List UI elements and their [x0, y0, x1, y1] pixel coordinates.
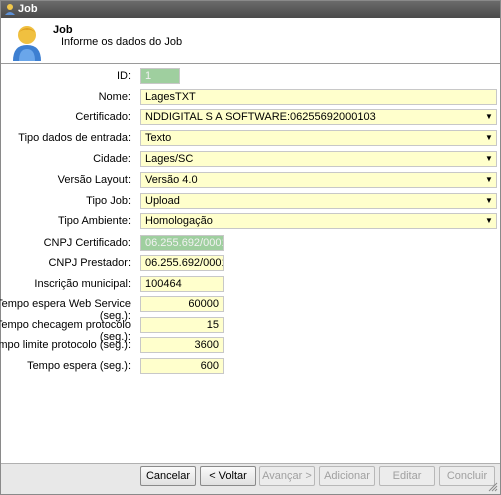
cidade-label: Cidade:: [93, 153, 131, 165]
tipo-entrada-label: Tipo dados de entrada:: [18, 132, 131, 144]
cancelar-button[interactable]: Cancelar: [140, 466, 196, 486]
versao-layout-label: Versão Layout:: [57, 174, 131, 186]
chevron-down-icon[interactable]: ▼: [482, 131, 496, 145]
tipo-ambiente-value: Homologação: [145, 215, 213, 227]
chevron-down-icon[interactable]: ▼: [482, 194, 496, 208]
chevron-down-icon[interactable]: ▼: [482, 110, 496, 124]
tempo-limite-input[interactable]: 3600: [140, 337, 224, 353]
user-icon: [5, 4, 15, 15]
window-title: Job: [18, 3, 38, 15]
chevron-down-icon[interactable]: ▼: [482, 173, 496, 187]
cidade-select[interactable]: Lages/SC ▼: [140, 151, 497, 167]
tipo-ambiente-label: Tipo Ambiente:: [58, 215, 131, 227]
tipo-job-label: Tipo Job:: [86, 195, 131, 207]
certificado-label: Certificado:: [75, 111, 131, 123]
nome-label: Nome:: [98, 91, 131, 103]
resize-grip-icon[interactable]: [488, 482, 498, 492]
tipo-job-value: Upload: [145, 195, 180, 207]
id-label: ID:: [116, 70, 131, 82]
cnpj-prestador-input[interactable]: 06.255.692/0001-03: [140, 255, 224, 271]
nome-input[interactable]: LagesTXT: [140, 89, 497, 105]
chevron-down-icon[interactable]: ▼: [482, 152, 496, 166]
header-subtitle: Informe os dados do Job: [61, 36, 183, 48]
title-bar[interactable]: Job: [1, 1, 500, 18]
cnpj-certificado-field: 06.255.692/0001-03: [140, 235, 224, 251]
user-icon: [13, 26, 41, 61]
editar-button[interactable]: Editar: [379, 466, 435, 486]
job-dialog: Job Job Informe os dados do Job ID: 1 No…: [0, 0, 501, 495]
tempo-espera-input[interactable]: 600: [140, 358, 224, 374]
chevron-down-icon[interactable]: ▼: [482, 214, 496, 228]
tempo-espera-label: Tempo espera (seg.):: [27, 360, 131, 372]
tempo-checagem-input[interactable]: 15: [140, 317, 224, 333]
avancar-button[interactable]: Avançar >: [259, 466, 315, 486]
tipo-entrada-value: Texto: [145, 132, 172, 144]
tipo-entrada-select[interactable]: Texto ▼: [140, 130, 497, 146]
wizard-header: Job Informe os dados do Job: [1, 18, 500, 64]
cnpj-prestador-label: CNPJ Prestador:: [48, 257, 131, 269]
voltar-button[interactable]: < Voltar: [200, 466, 256, 486]
tipo-ambiente-select[interactable]: Homologação ▼: [140, 213, 497, 229]
certificado-value: NDDIGITAL S A SOFTWARE:06255692000103: [145, 111, 376, 123]
versao-layout-value: Versão 4.0: [145, 174, 198, 186]
cnpj-certificado-label: CNPJ Certificado:: [43, 237, 131, 249]
job-form: ID: 1 Nome: LagesTXT Certificado: NDDIGI…: [0, 65, 500, 463]
versao-layout-select[interactable]: Versão 4.0 ▼: [140, 172, 497, 188]
tempo-limite-label: Tempo limite protocolo (seg.):: [0, 339, 131, 351]
id-field: 1: [140, 68, 180, 84]
tempo-ws-input[interactable]: 60000: [140, 296, 224, 312]
header-title: Job: [53, 24, 73, 36]
adicionar-button[interactable]: Adicionar: [319, 466, 375, 486]
inscricao-municipal-label: Inscrição municipal:: [34, 278, 131, 290]
inscricao-municipal-input[interactable]: 100464: [140, 276, 224, 292]
certificado-select[interactable]: NDDIGITAL S A SOFTWARE:06255692000103 ▼: [140, 109, 497, 125]
cidade-value: Lages/SC: [145, 153, 194, 165]
tipo-job-select[interactable]: Upload ▼: [140, 193, 497, 209]
concluir-button[interactable]: Concluir: [439, 466, 495, 486]
